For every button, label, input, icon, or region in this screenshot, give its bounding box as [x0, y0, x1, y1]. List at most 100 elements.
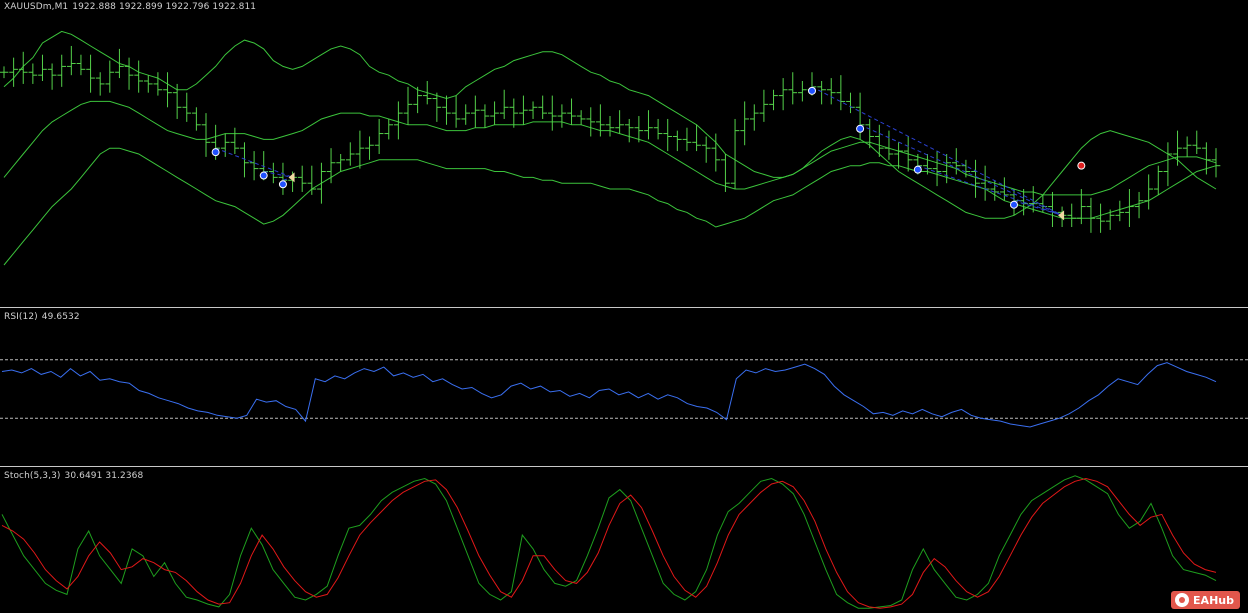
price-candle: [422, 81, 432, 105]
buy-signal-marker: [1010, 200, 1018, 209]
buy-signal-dot: [278, 180, 287, 189]
price-candle: [749, 104, 759, 131]
price-candle: [961, 159, 971, 178]
rsi-label: RSI(12): [4, 312, 38, 322]
price-candle: [220, 133, 230, 157]
price-candle: [124, 57, 134, 90]
stochastic-value: 30.6491 31.2368: [64, 471, 144, 481]
price-candle: [134, 60, 143, 93]
arrow-marker-icon: [288, 172, 295, 183]
stochastic-chart-svg: [1, 475, 1217, 609]
buy-signal-marker: [913, 165, 922, 174]
price-candle: [903, 136, 913, 172]
buy-signal-dot: [259, 171, 268, 180]
price-candle: [240, 142, 249, 178]
price-candle: [990, 180, 1000, 201]
buy-signal-marker: [259, 171, 268, 180]
pane-separator[interactable]: [0, 466, 1248, 467]
price-candle: [442, 95, 451, 125]
price-candle: [67, 45, 76, 76]
rsi-series-line: [1, 362, 1217, 428]
price-candle: [673, 130, 682, 152]
stochastic-label: Stoch(5,3,3): [4, 471, 61, 481]
price-candle: [163, 72, 172, 108]
buy-signal-dot: [913, 165, 922, 174]
price-candle: [249, 151, 259, 181]
price-candle: [778, 78, 788, 111]
price-candle: [0, 66, 9, 79]
price-candle: [538, 95, 547, 119]
price-candle: [740, 101, 749, 146]
price-candle: [586, 107, 596, 137]
stochastic-pane[interactable]: Stoch(5,3,3) 30.6491 31.2368: [0, 469, 1248, 613]
price-candle: [730, 118, 740, 190]
price-candle: [336, 154, 345, 172]
price-candle: [1153, 165, 1163, 195]
symbol-label: XAUUSDm,M1: [4, 2, 69, 12]
price-candle: [1105, 209, 1115, 230]
price-candle: [605, 116, 615, 137]
price-pane-label: XAUUSDm,M1 1922.888 1922.899 1922.796 192…: [4, 2, 260, 12]
price-candle: [1048, 191, 1057, 227]
price-candle: [663, 118, 673, 152]
price-candle: [307, 165, 317, 195]
signal-connector-line: [811, 86, 1063, 216]
price-candle: [57, 54, 67, 87]
price-candle: [884, 130, 894, 160]
buy-signal-dot: [808, 86, 816, 95]
price-candle: [615, 110, 624, 134]
watermark-text: EAHub: [1193, 593, 1234, 607]
price-candle: [105, 60, 115, 93]
price-candle: [480, 104, 490, 128]
pane-separator[interactable]: [0, 307, 1248, 308]
price-candle: [721, 154, 730, 192]
signal-connector-line: [263, 171, 293, 178]
price-candle: [769, 89, 778, 111]
price-candle: [1182, 136, 1192, 157]
price-candle: [1211, 148, 1221, 178]
price-chart-pane[interactable]: XAUUSDm,M1 1922.888 1922.899 1922.796 192…: [0, 0, 1248, 306]
price-candle: [1173, 130, 1182, 166]
rsi-value: 49.6532: [41, 312, 80, 322]
price-candle: [47, 63, 57, 90]
price-candle: [817, 81, 826, 105]
buy-signal-dot: [856, 124, 865, 133]
price-chart-svg: [0, 30, 1221, 266]
price-candle: [759, 89, 769, 122]
price-candle: [1086, 197, 1096, 233]
bollinger-middle-band: [3, 100, 1217, 196]
price-candle: [1163, 142, 1173, 187]
price-candle: [345, 142, 355, 166]
price-candle: [471, 95, 480, 128]
price-candle: [374, 118, 384, 154]
price-candle: [788, 72, 798, 105]
buy-signal-marker: [278, 180, 287, 189]
arrow-marker-icon: [1058, 210, 1065, 221]
price-candle: [624, 118, 634, 143]
price-candle: [836, 75, 846, 111]
price-candle: [567, 98, 576, 125]
stochastic-pane-label: Stoch(5,3,3) 30.6491 31.2368: [4, 471, 147, 481]
rsi-pane[interactable]: RSI(12) 49.6532: [0, 310, 1248, 465]
signal-connector-line: [917, 165, 1063, 216]
price-candle: [192, 107, 201, 131]
price-candle: [980, 165, 990, 201]
price-candle: [230, 127, 240, 154]
rsi-chart-svg: [0, 359, 1248, 428]
price-candle: [701, 136, 711, 163]
eahub-logo-icon: [1175, 593, 1190, 607]
price-candle: [115, 48, 124, 79]
price-candle: [798, 81, 807, 102]
price-candle: [1192, 130, 1202, 154]
price-candle: [894, 142, 903, 169]
price-candle: [182, 92, 192, 122]
buy-signal-dot: [211, 148, 220, 157]
price-candle: [596, 104, 605, 137]
price-candle: [1144, 174, 1153, 210]
price-candle: [326, 148, 336, 184]
price-candle: [682, 127, 692, 152]
price-candle: [384, 118, 394, 140]
price-candle: [461, 104, 471, 125]
price-candle: [355, 130, 365, 169]
price-candle: [490, 101, 499, 125]
